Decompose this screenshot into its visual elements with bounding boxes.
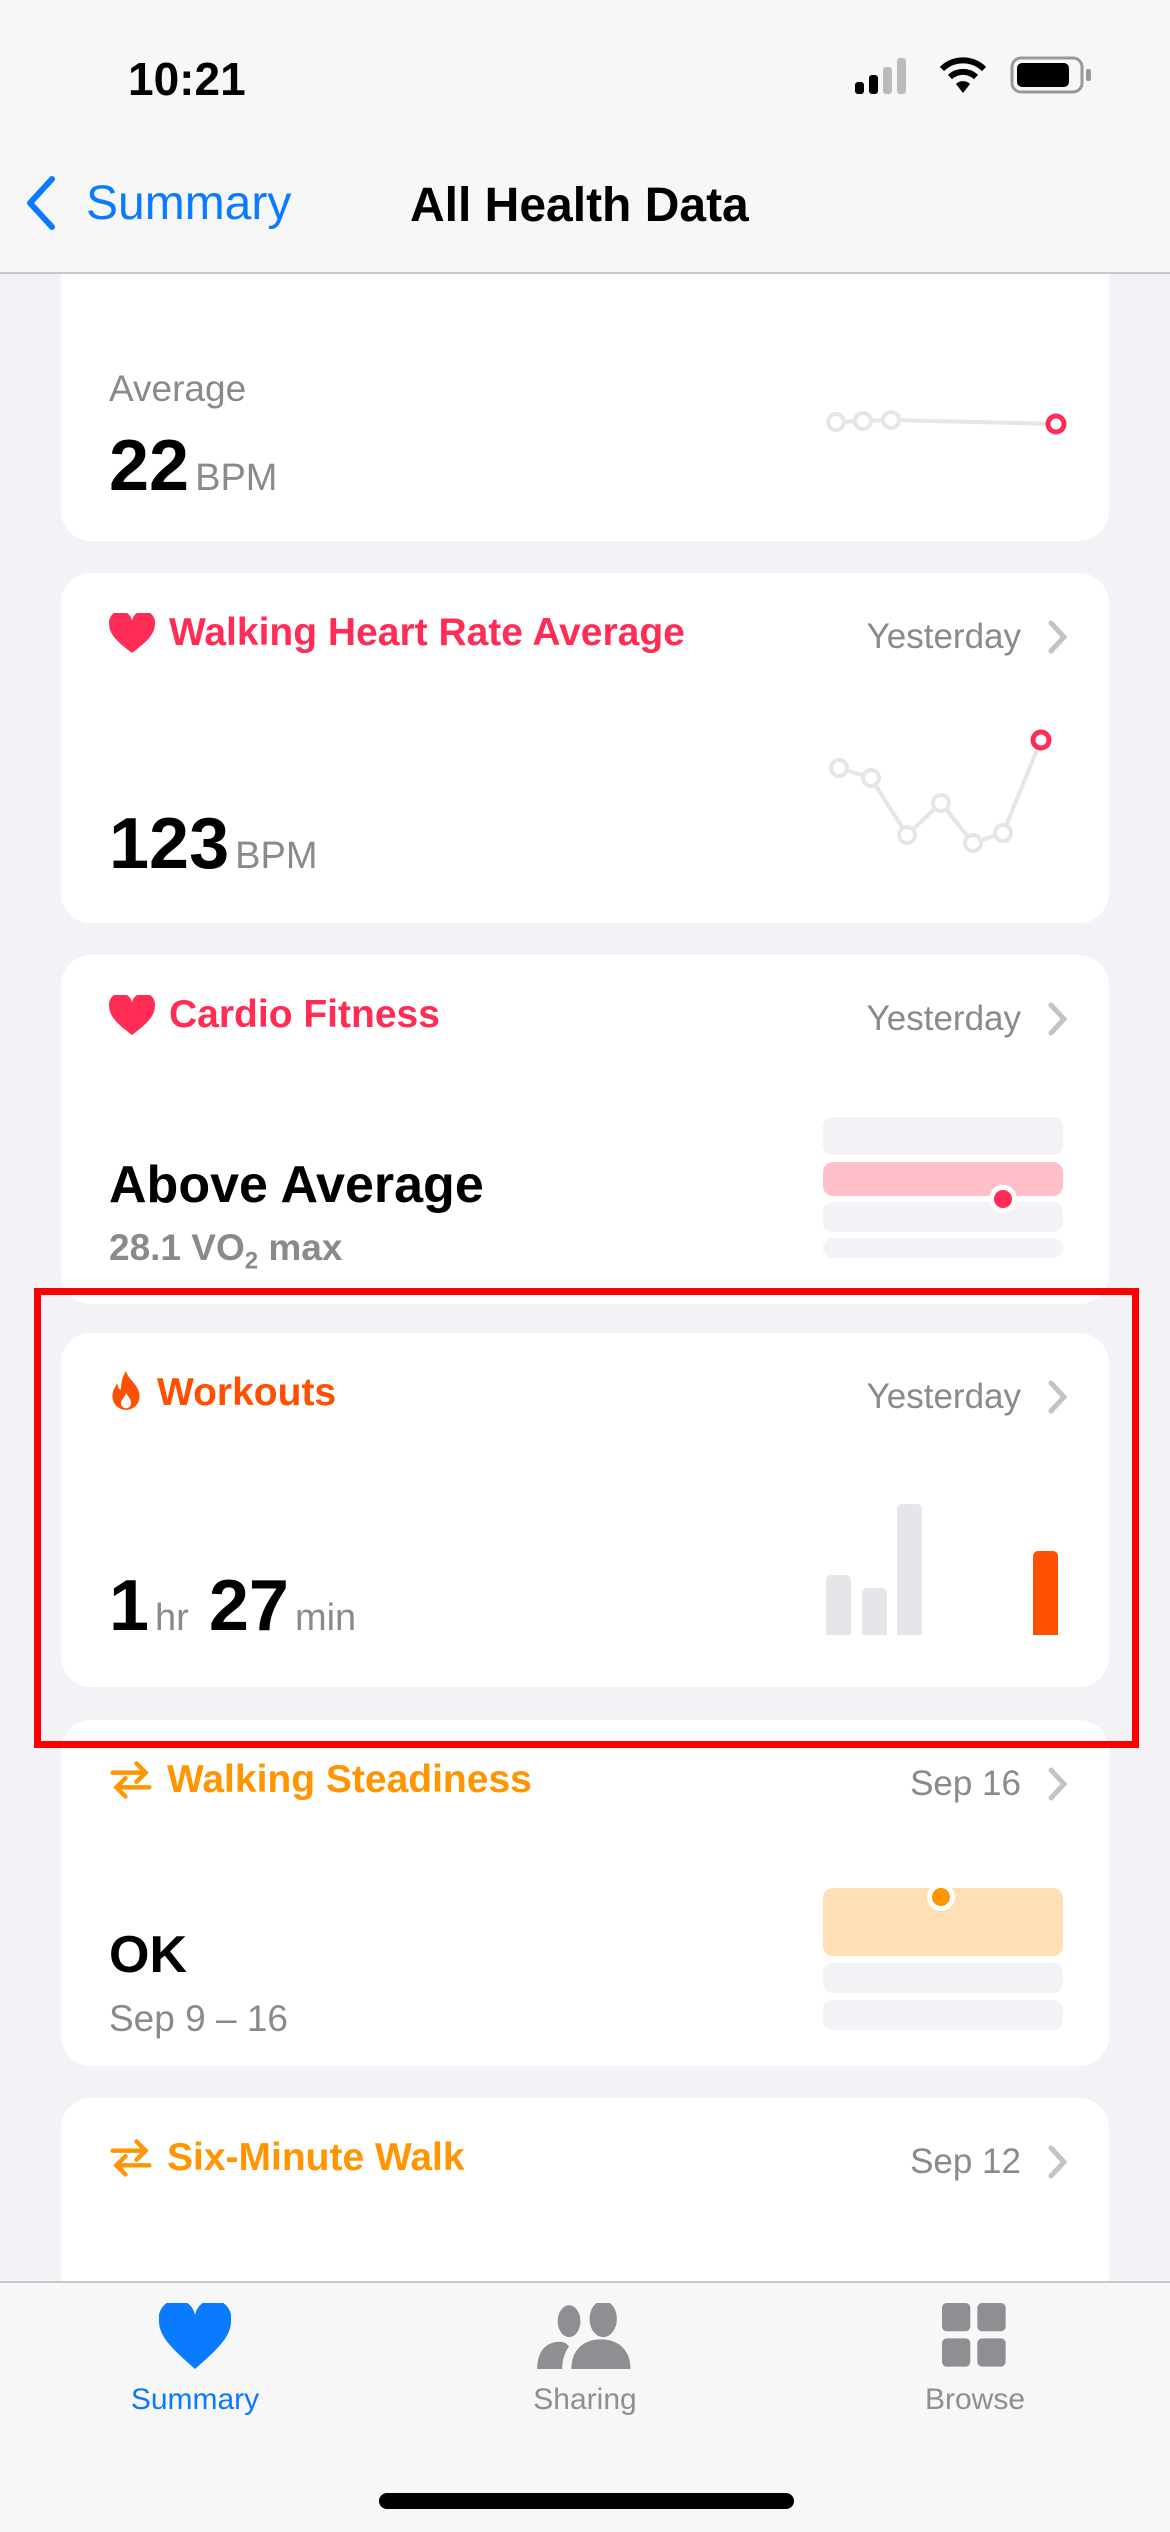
sparkline: [826, 410, 1067, 435]
wifi-icon: [940, 57, 986, 93]
range-band: [823, 1117, 1063, 1155]
range-band-current: [823, 1162, 1063, 1196]
card-unit: BPM: [195, 457, 278, 499]
walking-steadiness-card[interactable]: Walking Steadiness Sep 16 OK Sep 9 – 16: [61, 1720, 1109, 2066]
range-marker: [927, 1883, 955, 1911]
card-title: Walking Steadiness: [167, 1758, 532, 1801]
vo2-subscript: 2: [244, 1247, 259, 1275]
status-and-nav-bar: 10:21 Summary All Health Data: [0, 0, 1170, 274]
arrows-icon: [110, 1761, 152, 1799]
page-title: All Health Data: [410, 179, 749, 232]
tab-browse[interactable]: Browse: [825, 2303, 1125, 2417]
card-value: OK: [109, 1926, 187, 1984]
tab-sharing[interactable]: Sharing: [435, 2303, 735, 2417]
card-label: Average: [109, 368, 247, 409]
chevron-right-icon: [1048, 620, 1068, 654]
range-band: [823, 1963, 1063, 1993]
walking-heart-rate-card[interactable]: Walking Heart Rate Average Yesterday 123…: [61, 573, 1109, 923]
range-band: [823, 2000, 1063, 2030]
range-band: [823, 1202, 1063, 1232]
card-unit: BPM: [235, 835, 318, 877]
tab-label: Browse: [924, 2383, 1026, 2416]
card-detail: Sep 9 – 16: [109, 1998, 288, 2039]
back-label: Summary: [86, 176, 292, 230]
vo2-unit: max: [258, 1227, 343, 1268]
home-indicator: [379, 2493, 794, 2509]
heart-icon: [159, 2303, 231, 2369]
cardio-fitness-card[interactable]: Cardio Fitness Yesterday Above Average 2…: [61, 955, 1109, 1304]
chevron-right-icon: [1048, 1767, 1068, 1801]
range-band: [823, 1238, 1063, 1258]
arrows-icon: [110, 2139, 152, 2177]
card-date: Sep 16: [910, 1764, 1021, 1803]
card-value: 22: [109, 426, 190, 506]
heart-icon: [109, 995, 155, 1035]
card-title: Six-Minute Walk: [167, 2136, 465, 2179]
battery-icon: [1010, 56, 1091, 94]
sparkline: [829, 729, 1052, 853]
range-marker: [989, 1185, 1017, 1213]
card-date: Yesterday: [866, 617, 1021, 656]
tab-bar: Summary Sharing Browse: [0, 2281, 1170, 2532]
chevron-right-icon: [1048, 1002, 1068, 1036]
vo2-value: 28.1 VO: [109, 1227, 245, 1268]
grid-icon: [942, 2303, 1006, 2367]
highlight-box: [34, 1288, 1139, 1748]
heart-icon: [109, 613, 155, 653]
chevron-left-icon: [27, 176, 55, 230]
people-icon: [537, 2303, 631, 2369]
card-value: Above Average: [109, 1156, 484, 1214]
cellular-signal-icon: [855, 58, 906, 94]
card-date: Sep 12: [910, 2142, 1021, 2181]
card-title: Cardio Fitness: [169, 993, 440, 1036]
tab-label: Sharing: [533, 2383, 637, 2416]
card-date: Yesterday: [866, 999, 1021, 1038]
card-value: 123: [109, 804, 230, 884]
back-button[interactable]: Summary: [22, 175, 291, 231]
tab-summary[interactable]: Summary: [45, 2303, 345, 2417]
tab-label: Summary: [130, 2383, 260, 2416]
card-title: Walking Heart Rate Average: [169, 611, 685, 654]
chevron-right-icon: [1048, 2145, 1068, 2179]
status-time: 10:21: [128, 53, 246, 105]
